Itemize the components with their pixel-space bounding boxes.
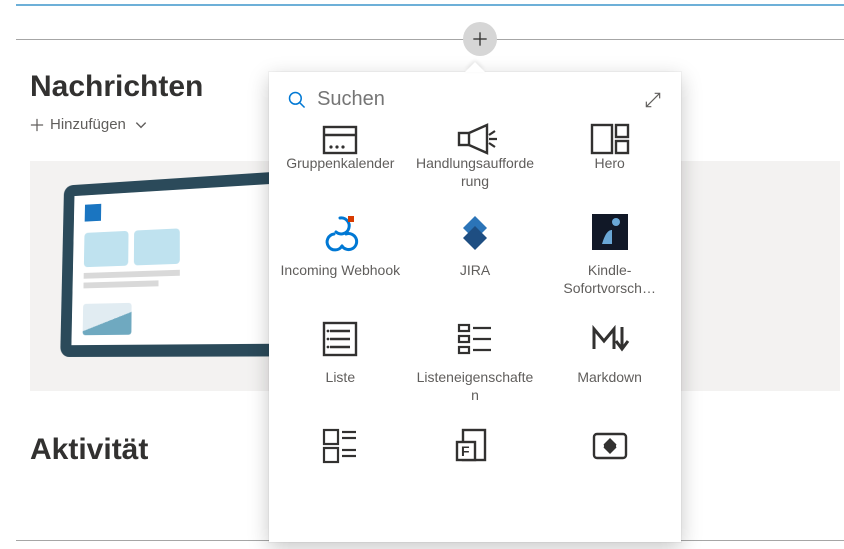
webpart-tile-more3[interactable] (542, 416, 677, 488)
search-input[interactable] (317, 88, 631, 111)
webpart-tile-label: JIRA (460, 262, 490, 280)
webpart-search[interactable] (287, 88, 631, 111)
webpart-grid: Gruppenkalender Handlungsaufforderung Hero… (269, 121, 681, 542)
webpart-tile-label: Handlungsaufforderung (415, 155, 535, 190)
list-icon (318, 317, 362, 361)
webpart-tile-group-calendar[interactable]: Gruppenkalender (273, 121, 408, 202)
megaphone-icon (453, 129, 497, 149)
jira-icon (453, 210, 497, 254)
markdown-icon (588, 317, 632, 361)
search-icon (287, 89, 307, 111)
webpart-tile-kindle[interactable]: Kindle-Sofortvorsch… (542, 202, 677, 309)
kindle-icon (588, 210, 632, 254)
forms-icon (453, 424, 497, 468)
plus-icon (30, 118, 44, 132)
webpart-tile-label: Gruppenkalender (286, 155, 394, 173)
webpart-tile-incoming-webhook[interactable]: Incoming Webhook (273, 202, 408, 309)
webpart-tile-jira[interactable]: JIRA (408, 202, 543, 309)
webpart-tile-cta[interactable]: Handlungsaufforderung (408, 121, 543, 202)
add-section-button[interactable] (463, 22, 497, 56)
layout-icon (318, 424, 362, 468)
webpart-tile-label: Liste (326, 369, 356, 387)
webpart-tile-list-props[interactable]: Listeneigenschaften (408, 309, 543, 416)
chevron-down-icon (134, 118, 148, 132)
section-divider (16, 39, 844, 40)
calendar-icon (318, 129, 362, 149)
plus-icon (470, 29, 490, 49)
webpart-tile-label: Hero (594, 155, 624, 173)
webpart-tile-more1[interactable] (273, 416, 408, 488)
popover-caret (465, 62, 485, 72)
expand-icon[interactable] (643, 90, 663, 110)
webpart-tile-label: Incoming Webhook (281, 262, 401, 280)
powerapps-icon (588, 424, 632, 468)
webpart-tile-list[interactable]: Liste (273, 309, 408, 416)
hero-icon (588, 129, 632, 149)
webpart-tile-label: Kindle-Sofortvorsch… (550, 262, 670, 297)
webpart-tile-label: Listeneigenschaften (415, 369, 535, 404)
add-news-button[interactable]: Hinzufügen (30, 116, 148, 133)
top-accent-rule (16, 4, 844, 6)
add-news-label: Hinzufügen (50, 116, 126, 133)
webpart-tile-more2[interactable] (408, 416, 543, 488)
webpart-tile-markdown[interactable]: Markdown (542, 309, 677, 416)
webpart-tile-label: Markdown (577, 369, 642, 387)
webhook-icon (318, 210, 362, 254)
list-props-icon (453, 317, 497, 361)
webpart-tile-hero[interactable]: Hero (542, 121, 677, 202)
webpart-picker-popover: Gruppenkalender Handlungsaufforderung Hero… (269, 72, 681, 542)
